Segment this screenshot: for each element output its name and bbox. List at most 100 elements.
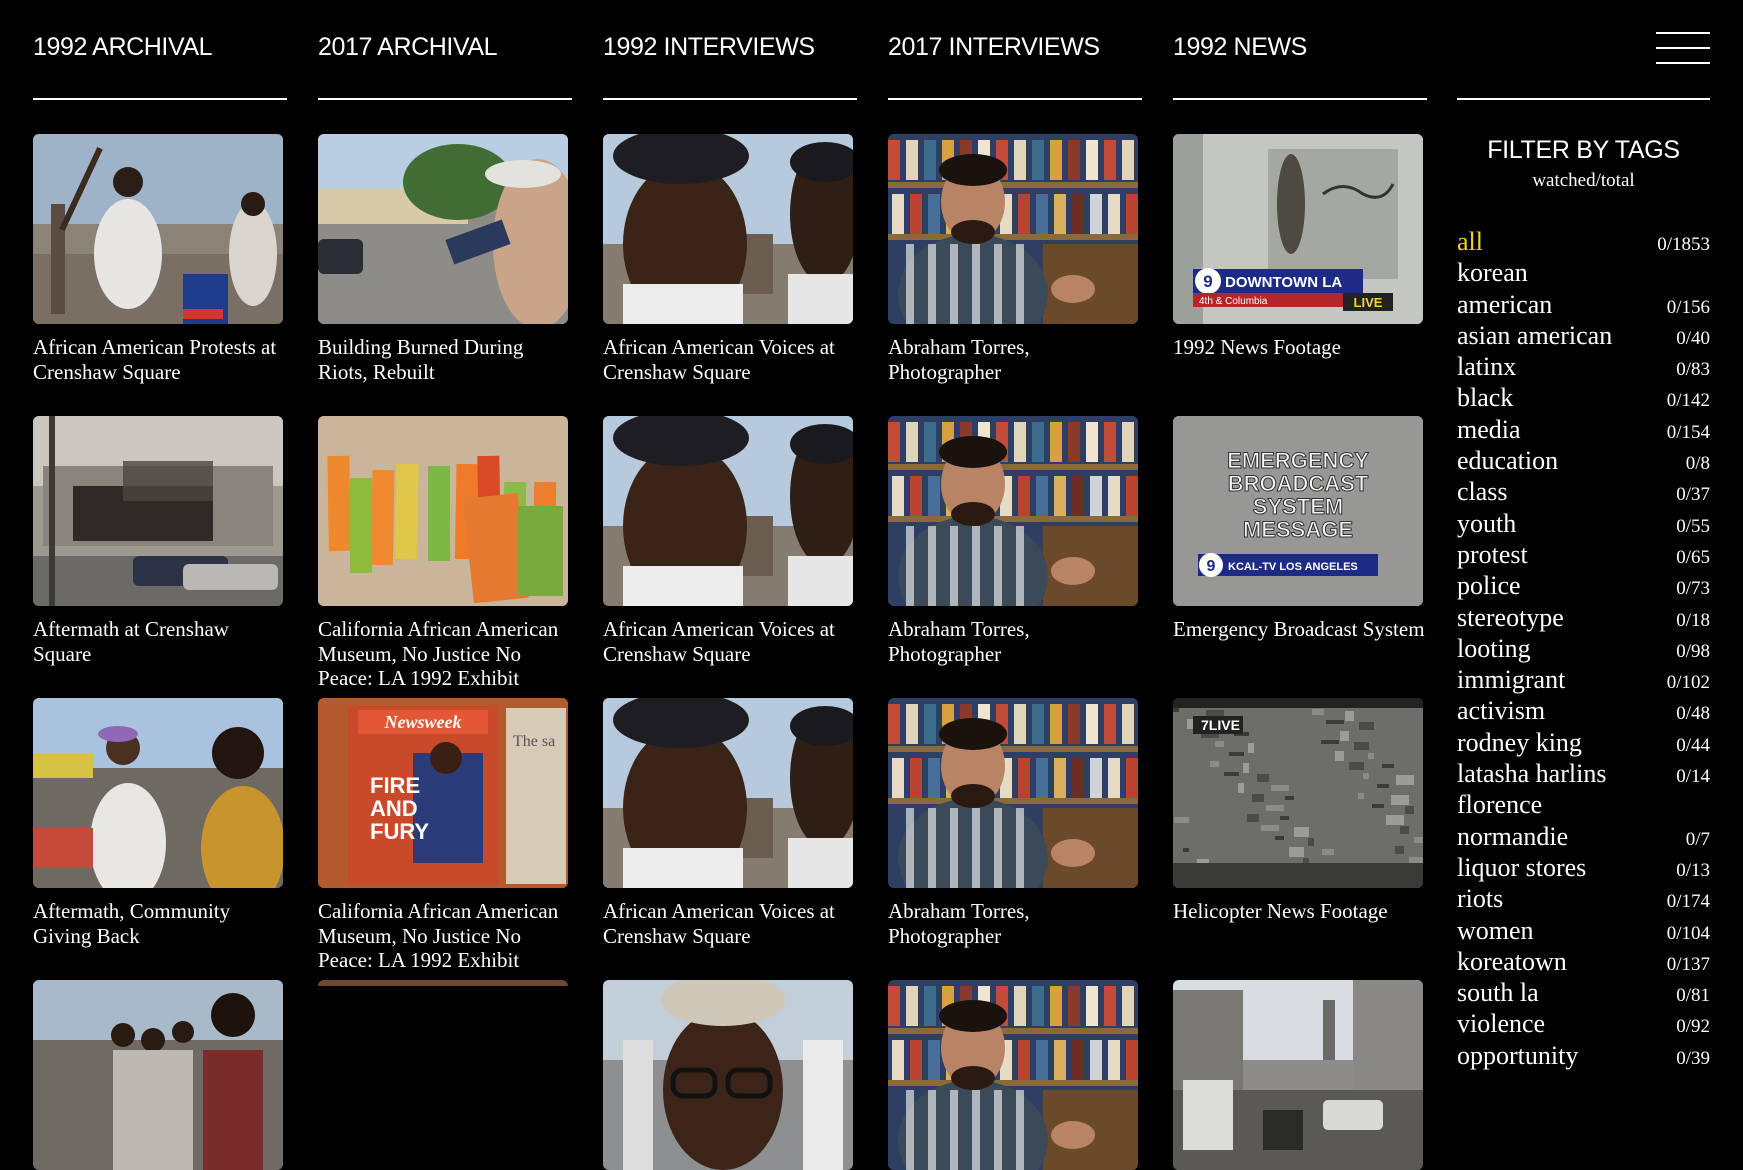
video-thumbnail[interactable]	[603, 980, 853, 1170]
video-caption[interactable]: California African American Museum, No J…	[318, 899, 572, 973]
tag-filter-koreatown[interactable]: koreatown 0/137	[1457, 946, 1710, 977]
video-caption[interactable]: 1992 News Footage	[1173, 335, 1427, 360]
tag-filter-all[interactable]: all 0/1853	[1457, 226, 1710, 257]
column-heading[interactable]: 2017 INTERVIEWS	[888, 33, 1142, 62]
tag-filter-looting[interactable]: looting 0/98	[1457, 633, 1710, 664]
video-thumbnail[interactable]	[318, 980, 568, 1170]
video-card[interactable]: Abraham Torres, Photographer	[888, 134, 1138, 384]
video-thumbnail[interactable]	[888, 416, 1138, 606]
tag-filter-riots[interactable]: riots 0/174	[1457, 883, 1710, 914]
column-heading[interactable]: 1992 NEWS	[1173, 33, 1427, 62]
video-thumbnail[interactable]: EMERGENCY BROADCAST SYSTEM MESSAGE 9 KCA…	[1173, 416, 1423, 606]
video-card[interactable]: Aftermath, Community Giving Back	[33, 698, 283, 948]
video-thumbnail[interactable]	[33, 416, 283, 606]
column-heading[interactable]: 1992 INTERVIEWS	[603, 33, 857, 62]
video-thumbnail[interactable]	[33, 134, 283, 324]
video-thumbnail[interactable]: 9 DOWNTOWN LA 4th & Columbia LIVE	[1173, 134, 1423, 324]
video-caption[interactable]: Emergency Broadcast System	[1173, 617, 1427, 642]
tag-filter-florence[interactable]: florence	[1457, 789, 1710, 820]
tag-filter-black[interactable]: black 0/142	[1457, 382, 1710, 413]
video-card[interactable]: Newsweek FIRE AND FURY The sa California …	[318, 698, 568, 973]
video-card[interactable]: Abraham Torres, Photographer	[888, 698, 1138, 948]
svg-text:KCAL-TV LOS ANGELES: KCAL-TV LOS ANGELES	[1228, 561, 1358, 573]
tag-filter-american[interactable]: american 0/156	[1457, 289, 1710, 320]
tag-count: 0/154	[1666, 421, 1710, 443]
video-caption[interactable]: Abraham Torres, Photographer	[888, 335, 1142, 384]
tag-filter-women[interactable]: women 0/104	[1457, 915, 1710, 946]
tag-count: 0/18	[1676, 609, 1710, 631]
video-caption[interactable]: Abraham Torres, Photographer	[888, 617, 1142, 666]
tag-count: 0/7	[1685, 828, 1710, 850]
tag-filter-youth[interactable]: youth 0/55	[1457, 508, 1710, 539]
video-thumbnail[interactable]	[1173, 980, 1423, 1170]
tag-filter-rodney-king[interactable]: rodney king 0/44	[1457, 727, 1710, 758]
video-thumbnail[interactable]	[603, 134, 853, 324]
tag-name: normandie	[1457, 821, 1569, 851]
tag-filter-asian-american[interactable]: asian american 0/40	[1457, 320, 1710, 351]
video-card[interactable]: Building Burned During Riots, Rebuilt	[318, 134, 568, 384]
video-thumbnail[interactable]: Newsweek FIRE AND FURY The sa	[318, 698, 568, 888]
tag-name: riots	[1457, 884, 1504, 914]
video-card[interactable]	[1173, 980, 1423, 1170]
tag-count: 0/39	[1676, 1047, 1710, 1069]
tag-filter-stereotype[interactable]: stereotype 0/18	[1457, 602, 1710, 633]
video-thumbnail[interactable]: 7LIVE	[1173, 698, 1423, 888]
video-thumbnail[interactable]	[318, 134, 568, 324]
tag-filter-activism[interactable]: activism 0/48	[1457, 695, 1710, 726]
video-card[interactable]: Aftermath at Crenshaw Square	[33, 416, 283, 666]
tag-filter-korean[interactable]: korean	[1457, 257, 1710, 288]
video-card[interactable]	[603, 980, 853, 1170]
video-thumbnail[interactable]	[888, 134, 1138, 324]
video-card[interactable]: 7LIVE Helicopter News Footage	[1173, 698, 1423, 924]
video-thumbnail[interactable]	[603, 698, 853, 888]
video-card[interactable]: Abraham Torres, Photographer	[888, 416, 1138, 666]
video-card[interactable]	[888, 980, 1138, 1170]
tag-filter-class[interactable]: class 0/37	[1457, 476, 1710, 507]
tag-filter-liquor-stores[interactable]: liquor stores 0/13	[1457, 852, 1710, 883]
video-card[interactable]: African American Voices at Crenshaw Squa…	[603, 698, 853, 948]
tag-filter-latinx[interactable]: latinx 0/83	[1457, 351, 1710, 382]
video-card[interactable]: EMERGENCY BROADCAST SYSTEM MESSAGE 9 KCA…	[1173, 416, 1425, 642]
tag-filter-education[interactable]: education 0/8	[1457, 445, 1710, 476]
video-caption[interactable]: Abraham Torres, Photographer	[888, 899, 1142, 948]
video-card[interactable]: 9 DOWNTOWN LA 4th & Columbia LIVE 1992 Ne…	[1173, 134, 1423, 360]
video-caption[interactable]: Aftermath at Crenshaw Square	[33, 617, 287, 666]
video-card[interactable]: African American Protests at Crenshaw Sq…	[33, 134, 283, 384]
column-heading[interactable]: 2017 ARCHIVAL	[318, 33, 572, 62]
tag-filter-opportunity[interactable]: opportunity 0/39	[1457, 1040, 1710, 1071]
video-caption[interactable]: African American Voices at Crenshaw Squa…	[603, 335, 857, 384]
video-caption[interactable]: Building Burned During Riots, Rebuilt	[318, 335, 572, 384]
tag-filter-violence[interactable]: violence 0/92	[1457, 1008, 1710, 1039]
tag-filter-latasha-harlins[interactable]: latasha harlins 0/14	[1457, 758, 1710, 789]
video-thumbnail[interactable]	[603, 416, 853, 606]
tag-name: koreatown	[1457, 946, 1567, 976]
video-thumbnail[interactable]	[888, 698, 1138, 888]
svg-text:FURY: FURY	[370, 819, 429, 844]
video-card[interactable]: African American Voices at Crenshaw Squa…	[603, 416, 853, 666]
tag-filter-south-la[interactable]: south la 0/81	[1457, 977, 1710, 1008]
video-thumbnail[interactable]	[318, 416, 568, 606]
video-caption[interactable]: African American Voices at Crenshaw Squa…	[603, 617, 857, 666]
tag-filter-immigrant[interactable]: immigrant 0/102	[1457, 664, 1710, 695]
tag-filter-media[interactable]: media 0/154	[1457, 414, 1710, 445]
video-caption[interactable]: Aftermath, Community Giving Back	[33, 899, 287, 948]
video-card[interactable]: California African American Museum, No J…	[318, 416, 568, 691]
video-caption[interactable]: Helicopter News Footage	[1173, 899, 1427, 924]
video-thumbnail[interactable]	[33, 980, 283, 1170]
column-heading[interactable]: 1992 ARCHIVAL	[33, 33, 287, 62]
tag-filter-protest[interactable]: protest 0/65	[1457, 539, 1710, 570]
video-card[interactable]	[318, 980, 568, 1170]
menu-button[interactable]	[1656, 28, 1710, 68]
tag-filter-police[interactable]: police 0/73	[1457, 570, 1710, 601]
video-caption[interactable]: African American Voices at Crenshaw Squa…	[603, 899, 857, 948]
video-thumbnail[interactable]	[33, 698, 283, 888]
video-card[interactable]	[33, 980, 283, 1170]
tag-name: opportunity	[1457, 1040, 1579, 1070]
video-column: 2017 ARCHIVAL Building Burned During Rio…	[318, 0, 572, 1170]
filter-subtitle: watched/total	[1532, 170, 1635, 191]
video-thumbnail[interactable]	[888, 980, 1138, 1170]
video-caption[interactable]: California African American Museum, No J…	[318, 617, 572, 691]
video-caption[interactable]: African American Protests at Crenshaw Sq…	[33, 335, 287, 384]
video-card[interactable]: African American Voices at Crenshaw Squa…	[603, 134, 853, 384]
tag-filter-normandie[interactable]: normandie 0/7	[1457, 821, 1710, 852]
